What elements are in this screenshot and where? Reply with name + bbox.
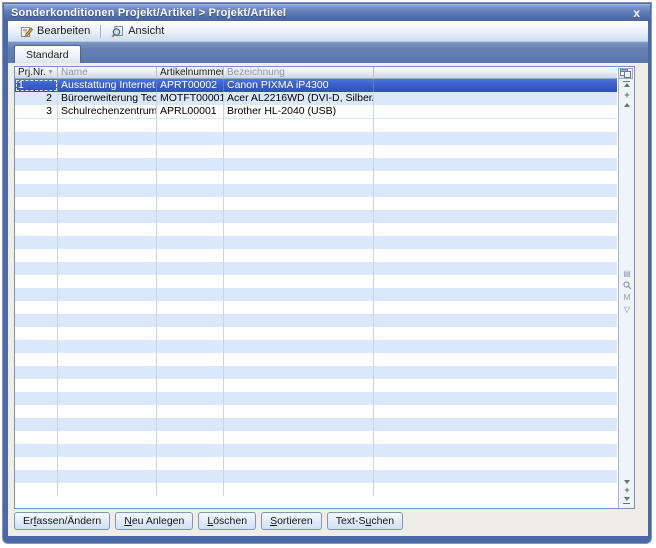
cell-bezeichnung[interactable]: Canon PIXMA iP4300 bbox=[224, 79, 374, 92]
column-chooser-icon bbox=[620, 69, 631, 78]
table-header: Prj.Nr. ▼ Name Artikelnummer Bezeichnung bbox=[15, 67, 617, 79]
cell-prjnr[interactable]: 2 bbox=[15, 92, 58, 105]
search-icon[interactable] bbox=[619, 281, 635, 290]
cell-bezeichnung[interactable]: Acer AL2216WD (DVI-D, Silber/S bbox=[224, 92, 374, 105]
column-header-empty bbox=[374, 67, 617, 79]
list-view-icon[interactable]: ▤ bbox=[619, 269, 635, 279]
cell-name[interactable]: Büroerweiterung Tech bbox=[58, 92, 157, 105]
cell-prjnr[interactable]: 1 bbox=[15, 79, 58, 92]
window-body: Bearbeiten Ansicht Standard bbox=[8, 21, 648, 536]
title-bar: Sonderkonditionen Projekt/Artikel > Proj… bbox=[4, 4, 650, 21]
cell-empty[interactable] bbox=[374, 92, 617, 105]
cell-name[interactable]: Ausstattung Internet bbox=[58, 79, 157, 92]
bearbeiten-label: Bearbeiten bbox=[37, 25, 90, 37]
cell-artikelnummer[interactable]: APRL00001 bbox=[157, 105, 224, 118]
ansicht-button[interactable]: Ansicht bbox=[105, 23, 170, 40]
column-header-artikelnummer[interactable]: Artikelnummer bbox=[157, 67, 224, 79]
cell-empty[interactable] bbox=[374, 105, 617, 118]
column-header-name[interactable]: Name bbox=[58, 67, 157, 79]
tab-strip: Standard bbox=[8, 42, 648, 63]
sort-descending-icon: ▼ bbox=[47, 68, 54, 78]
neu-anlegen-button[interactable]: Neu Anlegen bbox=[115, 512, 193, 530]
scroll-first-icon[interactable] bbox=[623, 81, 630, 82]
cell-name[interactable]: Schulrechenzentrum bbox=[58, 105, 157, 118]
magnifier-icon bbox=[111, 25, 124, 38]
table-row[interactable]: 1 Ausstattung Internet APRT00002 Canon P… bbox=[15, 79, 617, 92]
table-row[interactable]: 3 Schulrechenzentrum APRL00001 Brother H… bbox=[15, 105, 617, 118]
scroll-down-icon[interactable] bbox=[624, 480, 630, 484]
projects-table: Prj.Nr. ▼ Name Artikelnummer Bezeichnung bbox=[14, 66, 635, 509]
text-suchen-button[interactable]: Text-Suchen bbox=[327, 512, 403, 530]
cell-prjnr[interactable]: 3 bbox=[15, 105, 58, 118]
table-row[interactable]: 2 Büroerweiterung Tech MOTFT00001 Acer A… bbox=[15, 92, 617, 105]
scroll-plus-bottom-icon[interactable]: + bbox=[619, 486, 635, 495]
toolbar-separator bbox=[100, 25, 101, 38]
ansicht-label: Ansicht bbox=[128, 25, 164, 37]
toolbar: Bearbeiten Ansicht bbox=[8, 21, 648, 42]
table-grid: Prj.Nr. ▼ Name Artikelnummer Bezeichnung bbox=[15, 67, 617, 508]
main-area: Prj.Nr. ▼ Name Artikelnummer Bezeichnung bbox=[8, 63, 648, 536]
find-next-icon[interactable]: M bbox=[619, 293, 635, 303]
scroll-plus-top-icon[interactable]: + bbox=[619, 91, 635, 100]
filter-icon[interactable]: ▽ bbox=[619, 305, 635, 315]
loeschen-button[interactable]: Löschen bbox=[198, 512, 256, 530]
close-button[interactable]: x bbox=[630, 7, 643, 19]
tab-standard-label: Standard bbox=[26, 49, 69, 61]
scroll-up-icon[interactable] bbox=[624, 103, 630, 107]
empty-rows-area bbox=[15, 119, 617, 496]
scroll-last-icon[interactable] bbox=[624, 497, 630, 501]
column-header-prjnr[interactable]: Prj.Nr. ▼ bbox=[15, 67, 58, 79]
column-divider bbox=[223, 119, 224, 496]
erfassen-aendern-button[interactable]: Erfassen/Ändern bbox=[14, 512, 110, 530]
cell-empty[interactable] bbox=[374, 79, 617, 92]
edit-pencil-icon bbox=[20, 25, 33, 38]
app-window: Sonderkonditionen Projekt/Artikel > Proj… bbox=[2, 2, 652, 544]
cell-artikelnummer[interactable]: MOTFT00001 bbox=[157, 92, 224, 105]
column-divider bbox=[57, 119, 58, 496]
tab-standard[interactable]: Standard bbox=[14, 45, 81, 63]
window-title: Sonderkonditionen Projekt/Artikel > Proj… bbox=[11, 7, 630, 19]
cell-bezeichnung[interactable]: Brother HL-2040 (USB) bbox=[224, 105, 374, 118]
cell-artikelnummer[interactable]: APRT00002 bbox=[157, 79, 224, 92]
action-button-row: Erfassen/Ändern Neu Anlegen Löschen Sort… bbox=[14, 512, 403, 530]
sortieren-button[interactable]: Sortieren bbox=[261, 512, 322, 530]
scroll-last-icon[interactable] bbox=[623, 503, 630, 504]
scroll-first-icon[interactable] bbox=[624, 83, 630, 87]
scroll-strip: + ▤ M ▽ + bbox=[618, 79, 634, 508]
column-header-bezeichnung[interactable]: Bezeichnung bbox=[224, 67, 374, 79]
column-chooser-button[interactable] bbox=[618, 68, 633, 79]
column-divider bbox=[156, 119, 157, 496]
column-divider bbox=[373, 119, 374, 496]
bearbeiten-button[interactable]: Bearbeiten bbox=[14, 23, 96, 40]
